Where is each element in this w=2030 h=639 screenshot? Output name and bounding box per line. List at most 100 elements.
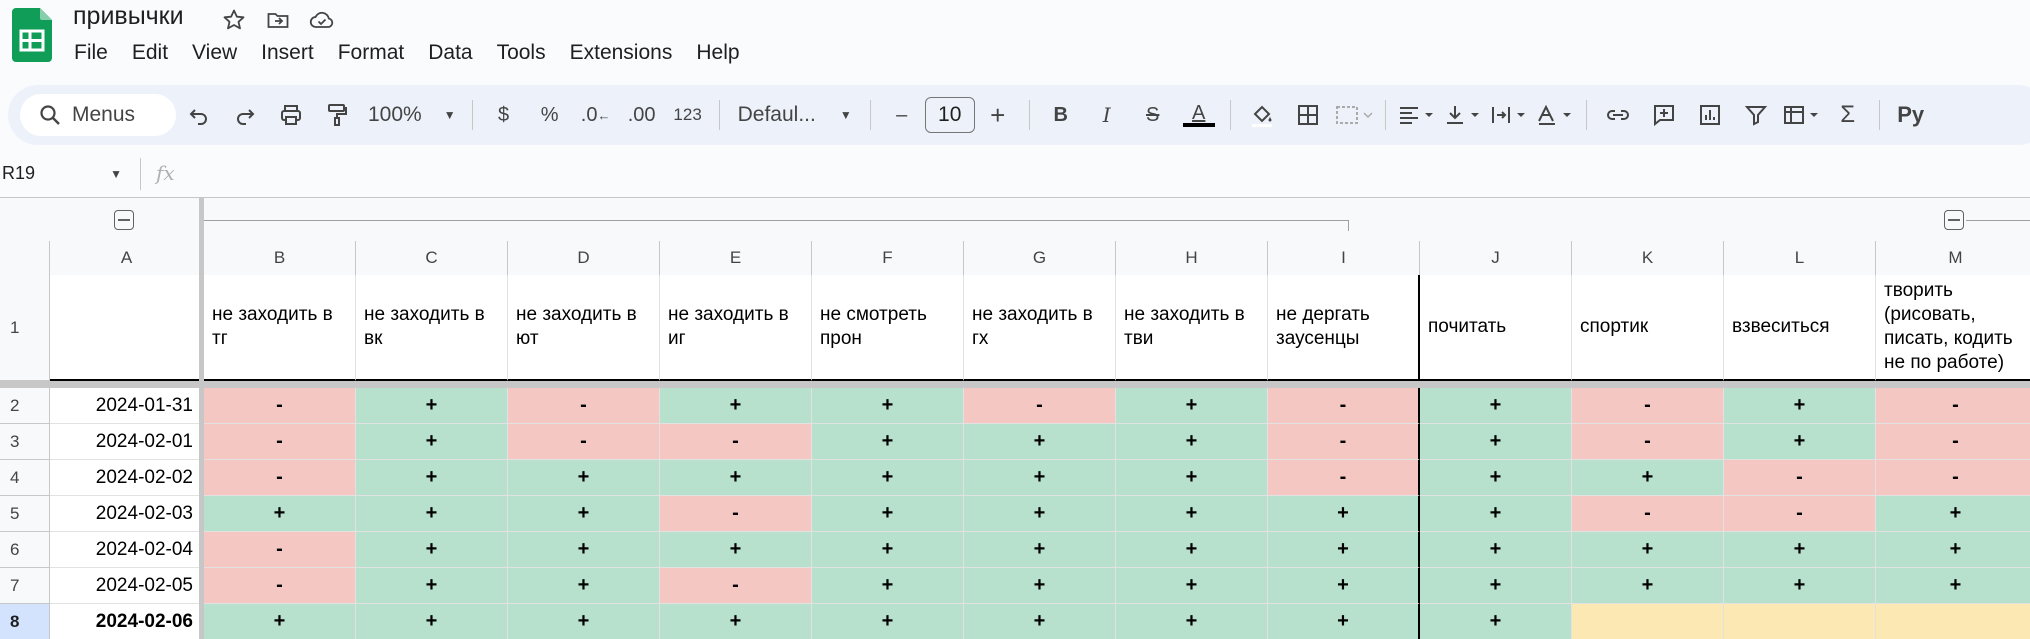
date-cell[interactable]: 2024-02-04 (50, 532, 200, 568)
date-cell[interactable]: 2024-02-05 (50, 568, 200, 604)
column-header-m[interactable]: M (1876, 241, 2030, 275)
habit-mark-cell[interactable]: + (964, 604, 1116, 639)
fill-color-icon[interactable] (1242, 93, 1282, 137)
habit-mark-cell[interactable]: + (1420, 568, 1572, 604)
habit-mark-cell[interactable]: + (356, 532, 508, 568)
habit-mark-cell[interactable]: - (204, 532, 356, 568)
habit-mark-cell[interactable]: + (1116, 496, 1268, 532)
percent-format-button[interactable]: % (530, 93, 570, 137)
merge-cells-icon[interactable] (1334, 93, 1374, 137)
sheets-logo-icon[interactable] (12, 8, 52, 62)
habit-mark-cell[interactable]: - (1876, 424, 2030, 460)
menu-help[interactable]: Help (684, 38, 751, 68)
habit-mark-cell[interactable]: - (508, 388, 660, 424)
move-folder-icon[interactable] (262, 4, 294, 36)
habit-mark-cell[interactable]: + (1268, 568, 1420, 604)
column-header-k[interactable]: K (1572, 241, 1724, 275)
name-box[interactable]: R19 ▼ (2, 163, 122, 184)
increase-decimal-button[interactable]: .00 (622, 93, 662, 137)
habit-mark-cell[interactable]: + (812, 424, 964, 460)
bold-button[interactable]: B (1041, 93, 1081, 137)
strikethrough-button[interactable]: S (1133, 93, 1173, 137)
functions-icon[interactable]: Σ (1828, 93, 1868, 137)
habit-mark-cell[interactable]: + (1116, 532, 1268, 568)
habit-mark-cell[interactable]: - (1268, 424, 1420, 460)
date-cell[interactable]: 2024-02-02 (50, 460, 200, 496)
insert-chart-icon[interactable] (1690, 93, 1730, 137)
horizontal-align-icon[interactable] (1397, 93, 1437, 137)
text-color-button[interactable]: A (1179, 93, 1219, 137)
menu-insert[interactable]: Insert (249, 38, 326, 68)
habit-mark-cell[interactable]: - (204, 424, 356, 460)
habit-header-cell[interactable]: спортик (1572, 275, 1724, 381)
habit-mark-cell[interactable]: - (1268, 388, 1420, 424)
habit-header-cell[interactable]: не заходить в ют (508, 275, 660, 381)
habit-mark-cell[interactable]: - (508, 424, 660, 460)
habit-mark-cell[interactable]: + (964, 460, 1116, 496)
habit-mark-cell[interactable]: + (964, 568, 1116, 604)
zoom-select[interactable]: 100% ▼ (360, 103, 464, 127)
habit-mark-cell[interactable]: + (1420, 424, 1572, 460)
habit-mark-cell[interactable]: + (1876, 532, 2030, 568)
column-header-c[interactable]: C (356, 241, 508, 275)
spreadsheet-grid[interactable]: ABCDEFGHIJKLM 1 не заходить в тг не заходи… (0, 197, 2030, 639)
habit-mark-cell[interactable]: + (356, 424, 508, 460)
text-wrapping-icon[interactable] (1489, 93, 1529, 137)
habit-mark-cell[interactable]: + (204, 604, 356, 639)
habit-mark-cell[interactable]: + (1724, 388, 1876, 424)
habit-mark-cell[interactable]: + (1116, 460, 1268, 496)
document-title[interactable]: привычки (73, 2, 184, 31)
column-header-j[interactable]: J (1420, 241, 1572, 275)
column-header-h[interactable]: H (1116, 241, 1268, 275)
number-format-button[interactable]: 123 (668, 93, 708, 137)
habit-mark-cell[interactable]: + (1572, 568, 1724, 604)
row-header-1[interactable]: 1 (0, 275, 50, 381)
habit-mark-cell[interactable]: + (356, 496, 508, 532)
habit-mark-cell[interactable]: + (1116, 604, 1268, 639)
input-tools-button[interactable]: Ру (1891, 93, 1931, 137)
habit-mark-cell[interactable]: - (660, 424, 812, 460)
frozen-column-divider[interactable] (199, 198, 204, 639)
habit-mark-cell[interactable]: + (1572, 460, 1724, 496)
habit-mark-cell[interactable]: - (964, 388, 1116, 424)
menu-data[interactable]: Data (416, 38, 484, 68)
collapse-group-icon[interactable] (114, 210, 134, 230)
habit-mark-cell[interactable]: + (508, 532, 660, 568)
habit-mark-cell[interactable]: - (1572, 424, 1724, 460)
habit-mark-cell[interactable]: + (356, 568, 508, 604)
font-select[interactable]: Defaul... ▼ (728, 103, 862, 127)
habit-mark-cell[interactable]: + (1572, 532, 1724, 568)
date-cell[interactable]: 2024-02-01 (50, 424, 200, 460)
habit-mark-cell[interactable]: + (508, 460, 660, 496)
habit-mark-cell[interactable]: + (1268, 532, 1420, 568)
date-cell[interactable]: 2024-02-06 (50, 604, 200, 639)
redo-icon[interactable] (225, 93, 265, 137)
font-size-decrease-button[interactable]: – (882, 93, 922, 137)
habit-mark-cell[interactable]: + (204, 496, 356, 532)
habit-mark-cell[interactable]: - (204, 388, 356, 424)
habit-mark-cell[interactable]: + (356, 388, 508, 424)
habit-header-cell[interactable]: не смотреть прон (812, 275, 964, 381)
font-size-increase-button[interactable]: + (978, 93, 1018, 137)
row-header-4[interactable]: 4 (0, 460, 50, 496)
column-header-e[interactable]: E (660, 241, 812, 275)
habit-mark-cell[interactable]: + (660, 604, 812, 639)
habit-mark-cell[interactable]: + (356, 604, 508, 639)
menu-view[interactable]: View (180, 38, 249, 68)
habit-mark-cell[interactable]: - (1876, 388, 2030, 424)
habit-mark-cell[interactable]: + (1116, 424, 1268, 460)
habit-mark-cell[interactable]: + (1876, 568, 2030, 604)
menu-edit[interactable]: Edit (120, 38, 180, 68)
habit-mark-cell[interactable]: + (660, 460, 812, 496)
habit-mark-cell[interactable]: - (1724, 496, 1876, 532)
menu-extensions[interactable]: Extensions (558, 38, 685, 68)
collapse-group-icon[interactable] (1944, 210, 1964, 230)
habit-mark-cell[interactable]: + (812, 388, 964, 424)
habit-mark-cell[interactable]: + (1876, 496, 2030, 532)
habit-header-cell[interactable]: творить (рисовать, писать, кодить не по … (1876, 275, 2030, 381)
column-header-g[interactable]: G (964, 241, 1116, 275)
habit-mark-cell[interactable]: + (356, 460, 508, 496)
habit-mark-cell[interactable]: - (1876, 460, 2030, 496)
habit-mark-cell[interactable]: + (1724, 424, 1876, 460)
column-header-b[interactable]: B (204, 241, 356, 275)
